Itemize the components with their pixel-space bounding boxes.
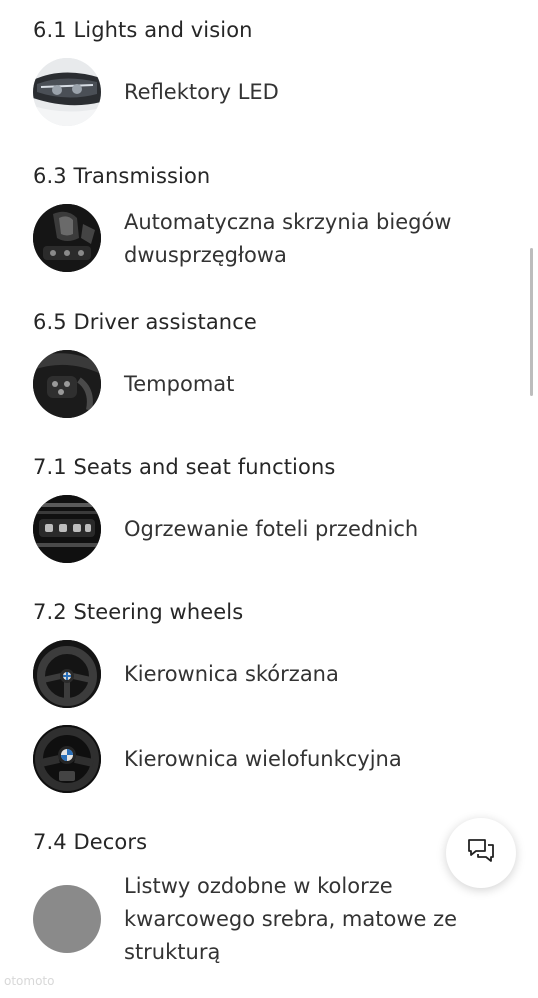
feature-label: Tempomat (124, 372, 235, 396)
feature-label: Reflektory LED (124, 80, 279, 104)
section-heading-driver-assistance: 6.5 Driver assistance (33, 310, 257, 334)
feature-label: Listwy ozdobne w kolorze kwarcowego sreb… (124, 874, 458, 964)
multifunction-steering-wheel-thumbnail (33, 725, 101, 793)
section-heading-steering-wheels: 7.2 Steering wheels (33, 600, 244, 624)
scrollbar-thumb[interactable] (530, 248, 533, 396)
section-heading-decors: 7.4 Decors (33, 830, 148, 854)
chat-button[interactable] (446, 818, 516, 888)
headlight-thumbnail (33, 58, 101, 126)
steering-controls-thumbnail (33, 350, 101, 418)
feature-label: Automatyczna skrzynia biegów dwusprzęgło… (124, 210, 452, 267)
watermark: otomoto (4, 974, 55, 988)
feature-label: Kierownica wielofunkcyjna (124, 747, 402, 771)
feature-label: Ogrzewanie foteli przednich (124, 517, 419, 541)
section-heading-seats: 7.1 Seats and seat functions (33, 455, 336, 479)
gear-selector-thumbnail (33, 204, 101, 272)
trim-color-swatch (33, 885, 101, 953)
leather-steering-wheel-thumbnail (33, 640, 101, 708)
chat-bubbles-icon (466, 836, 496, 870)
section-heading-transmission: 6.3 Transmission (33, 164, 211, 188)
feature-label: Kierownica skórzana (124, 662, 339, 686)
seat-heating-thumbnail (33, 495, 101, 563)
section-heading-lights: 6.1 Lights and vision (33, 18, 253, 42)
